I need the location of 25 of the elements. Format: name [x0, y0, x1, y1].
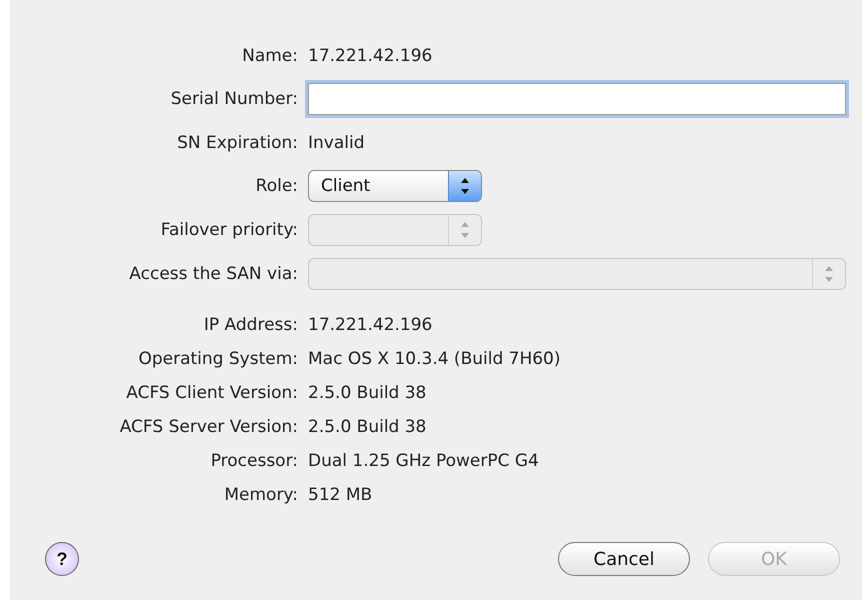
stepper-arrows-icon	[448, 171, 481, 201]
dialog-button[interactable]: Cancel	[558, 542, 690, 576]
info-value: 512 MB	[308, 485, 372, 505]
help-button[interactable]: ?	[45, 542, 79, 576]
info-value: Dual 1.25 GHz PowerPC G4	[308, 451, 539, 471]
field-label: Access the SAN via:	[129, 264, 298, 284]
info-label: IP Address:	[204, 315, 298, 335]
info-label: ACFS Client Version:	[126, 383, 298, 403]
info-value: 2.5.0 Build 38	[308, 417, 426, 437]
info-value: 17.221.42.196	[308, 315, 432, 335]
field-label: Serial Number:	[170, 89, 298, 109]
field-value: 17.221.42.196	[308, 46, 432, 66]
info-label: Processor:	[210, 451, 298, 471]
info-label: Memory:	[224, 485, 298, 505]
field-label: Name:	[242, 46, 298, 66]
popup-menu[interactable]: Client	[308, 170, 482, 202]
info-value: 2.5.0 Build 38	[308, 383, 426, 403]
field-label: Failover priority:	[160, 220, 298, 240]
info-value: Mac OS X 10.3.4 (Build 7H60)	[308, 349, 561, 369]
field-value: Invalid	[308, 132, 365, 152]
serial-number-field[interactable]	[308, 83, 846, 115]
info-label: ACFS Server Version:	[120, 417, 298, 437]
field-label: Role:	[256, 176, 298, 196]
field-label: SN Expiration:	[177, 132, 298, 152]
info-label: Operating System:	[138, 349, 298, 369]
